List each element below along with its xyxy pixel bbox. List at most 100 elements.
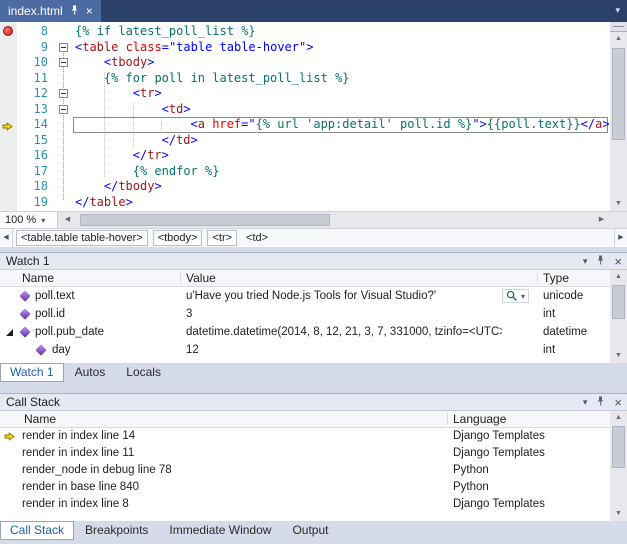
watch-row[interactable]: day12int xyxy=(0,341,610,359)
close-icon[interactable]: × xyxy=(86,5,93,17)
code-text[interactable]: </td> xyxy=(75,133,198,149)
vertical-scrollbar-thumb[interactable] xyxy=(612,48,625,140)
tool-tab-output[interactable]: Output xyxy=(282,521,338,540)
pin-icon[interactable] xyxy=(596,254,605,269)
breakpoint-gutter-cell[interactable] xyxy=(0,24,17,40)
column-header-name[interactable]: Name xyxy=(24,412,56,427)
code-text[interactable]: <table class="table table-hover"> xyxy=(75,40,313,56)
breadcrumb-item[interactable]: <table.table table-hover> xyxy=(16,230,148,246)
breakpoint-gutter-cell[interactable] xyxy=(0,117,17,133)
code-line[interactable]: 11{% for poll in latest_poll_list %} xyxy=(0,71,610,87)
watch-value[interactable]: 3 xyxy=(186,305,192,323)
editor-vertical-scrollbar[interactable]: ▲ ▼ xyxy=(610,22,627,211)
outline-collapse-toggle[interactable] xyxy=(59,58,68,67)
breakpoint-icon[interactable] xyxy=(3,26,13,36)
close-icon[interactable]: × xyxy=(614,255,622,268)
callstack-frame[interactable]: render in index line 14Django Templates xyxy=(0,428,610,445)
chevron-down-icon[interactable]: ▾ xyxy=(615,6,620,15)
tool-tab-call-stack[interactable]: Call Stack xyxy=(0,521,74,540)
callstack-vertical-scrollbar[interactable]: ▲ ▼ xyxy=(610,411,627,521)
chevron-down-icon[interactable]: ▾ xyxy=(583,398,588,407)
breakpoint-gutter-cell[interactable] xyxy=(0,86,17,102)
callstack-frame[interactable]: render in index line 8Django Templates xyxy=(0,496,610,513)
code-line[interactable]: 17{% endfor %} xyxy=(0,164,610,180)
watch-value[interactable]: datetime.datetime(2014, 8, 12, 21, 3, 7,… xyxy=(186,323,502,341)
breakpoint-gutter-cell[interactable] xyxy=(0,102,17,118)
code-line[interactable]: 12<tr> xyxy=(0,86,610,102)
breakpoint-gutter-cell[interactable] xyxy=(0,195,17,211)
code-text[interactable]: </table> xyxy=(75,195,133,211)
scroll-up-button[interactable]: ▲ xyxy=(610,411,627,425)
callstack-frame[interactable]: render_node in debug line 78Python xyxy=(0,462,610,479)
column-header-name[interactable]: Name xyxy=(22,271,54,286)
scroll-right-button[interactable]: ▶ xyxy=(593,212,610,228)
code-line[interactable]: 10<tbody> xyxy=(0,55,610,71)
scroll-down-button[interactable]: ▼ xyxy=(610,349,627,363)
watch-value[interactable]: 12 xyxy=(186,341,199,359)
breakpoint-gutter-cell[interactable] xyxy=(0,179,17,195)
breadcrumb-item[interactable]: <tbody> xyxy=(153,230,203,246)
callstack-frame[interactable]: render in index line 11Django Templates xyxy=(0,445,610,462)
scroll-up-button[interactable]: ▲ xyxy=(610,270,627,284)
column-header-language[interactable]: Language xyxy=(453,412,506,427)
vertical-scrollbar-thumb[interactable] xyxy=(612,426,625,468)
watch-name[interactable]: poll.id xyxy=(35,305,65,323)
outline-collapse-toggle[interactable] xyxy=(59,105,68,114)
horizontal-scrollbar-thumb[interactable] xyxy=(80,214,330,226)
code-text[interactable]: <a href="{% url 'app:detail' poll.id %}"… xyxy=(75,117,610,133)
code-text[interactable]: </tbody> xyxy=(75,179,162,195)
breakpoint-gutter-cell[interactable] xyxy=(0,164,17,180)
column-header-value[interactable]: Value xyxy=(186,271,216,286)
callstack-frame[interactable]: render in base line 840Python xyxy=(0,479,610,496)
code-line[interactable]: 18</tbody> xyxy=(0,179,610,195)
breakpoint-gutter-cell[interactable] xyxy=(0,55,17,71)
breadcrumb-scroll-right-icon[interactable]: ▶ xyxy=(614,229,627,247)
watch-value[interactable]: u'Have you tried Node.js Tools for Visua… xyxy=(186,287,436,305)
watch-row[interactable]: poll.id3int xyxy=(0,305,610,323)
watch-name[interactable]: poll.pub_date xyxy=(35,323,104,341)
code-editor[interactable]: 8{% if latest_poll_list %}9<table class=… xyxy=(0,22,610,211)
pin-icon[interactable] xyxy=(596,395,605,410)
code-line[interactable]: 13<td> xyxy=(0,102,610,118)
code-text[interactable]: <tr> xyxy=(75,86,162,102)
breakpoint-gutter-cell[interactable] xyxy=(0,133,17,149)
tool-tab-immediate-window[interactable]: Immediate Window xyxy=(159,521,281,540)
breadcrumb-item[interactable]: <tr> xyxy=(207,230,237,246)
code-line[interactable]: 8{% if latest_poll_list %} xyxy=(0,24,610,40)
column-header-type[interactable]: Type xyxy=(543,271,569,286)
watch-panel-header[interactable]: Watch 1 ▾ × xyxy=(0,252,627,270)
scroll-left-button[interactable]: ◀ xyxy=(59,212,76,228)
zoom-control[interactable]: 100 % ▾ xyxy=(0,212,58,228)
document-tab[interactable]: index.html × xyxy=(0,0,101,22)
tool-tab-autos[interactable]: Autos xyxy=(65,363,116,382)
watch-row[interactable]: poll.pub_date datetime.datetime(2014, 8, … xyxy=(0,323,610,341)
pin-icon[interactable] xyxy=(70,4,79,19)
breakpoint-gutter-cell[interactable] xyxy=(0,40,17,56)
code-line[interactable]: 19</table> xyxy=(0,195,610,211)
scroll-down-button[interactable]: ▼ xyxy=(610,197,627,211)
watch-row[interactable]: poll.text u'Have you tried Node.js Tools … xyxy=(0,287,610,305)
callstack-panel-header[interactable]: Call Stack ▾ × xyxy=(0,393,627,411)
tool-tab-breakpoints[interactable]: Breakpoints xyxy=(75,521,158,540)
breakpoint-gutter-cell[interactable] xyxy=(0,71,17,87)
tool-tab-locals[interactable]: Locals xyxy=(116,363,171,382)
scroll-down-button[interactable]: ▼ xyxy=(610,507,627,521)
vertical-scrollbar-thumb[interactable] xyxy=(612,285,625,319)
code-text[interactable]: {% for poll in latest_poll_list %} xyxy=(75,71,350,87)
chevron-down-icon[interactable]: ▾ xyxy=(583,257,588,266)
watch-vertical-scrollbar[interactable]: ▲ ▼ xyxy=(610,270,627,363)
code-line[interactable]: 14<a href="{% url 'app:detail' poll.id %… xyxy=(0,117,610,133)
code-text[interactable]: <tbody> xyxy=(75,55,154,71)
magnifier-icon[interactable] xyxy=(506,290,518,302)
code-line[interactable]: 16</tr> xyxy=(0,148,610,164)
breakpoint-gutter-cell[interactable] xyxy=(0,148,17,164)
breadcrumb-item[interactable]: <td> xyxy=(242,231,272,245)
code-text[interactable]: {% if latest_poll_list %} xyxy=(75,24,256,40)
scroll-up-button[interactable]: ▲ xyxy=(610,32,627,46)
code-text[interactable]: <td> xyxy=(75,102,191,118)
code-line[interactable]: 9<table class="table table-hover"> xyxy=(0,40,610,56)
tree-expander-icon[interactable] xyxy=(6,329,13,336)
outline-collapse-toggle[interactable] xyxy=(59,89,68,98)
editor-split-handle[interactable] xyxy=(610,22,627,32)
watch-name[interactable]: poll.text xyxy=(35,287,75,305)
